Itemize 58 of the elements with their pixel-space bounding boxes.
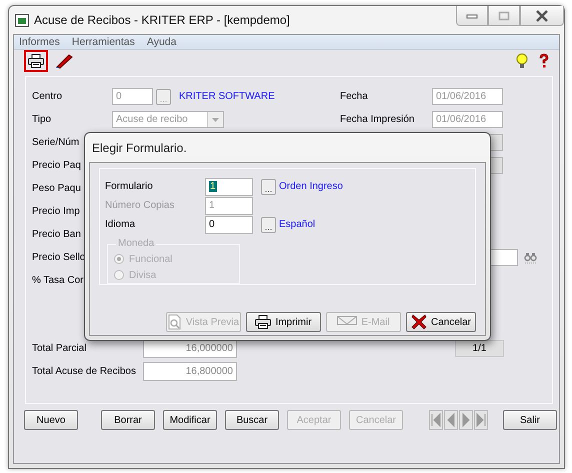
action-button[interactable]: Modificar xyxy=(163,410,217,430)
exit-button[interactable]: Salir xyxy=(503,410,557,430)
field-label: Precio Paq xyxy=(32,160,81,171)
field-label: Fecha xyxy=(340,91,369,102)
cancel-button[interactable]: Cancelar xyxy=(406,312,476,332)
print-button[interactable]: Imprimir xyxy=(246,312,321,332)
magnifier-page-icon xyxy=(168,314,182,330)
app-icon xyxy=(15,14,29,26)
lookup-link[interactable]: Orden Ingreso xyxy=(279,181,343,192)
input-field[interactable]: 16,800000 xyxy=(143,362,237,381)
action-button[interactable]: Borrar xyxy=(101,410,155,430)
maximize-icon xyxy=(498,10,510,20)
field-label: Centro xyxy=(32,91,64,102)
menu-item[interactable]: Informes xyxy=(19,36,60,48)
first-record-button[interactable] xyxy=(429,410,443,430)
group-label: Moneda xyxy=(116,238,156,249)
action-button[interactable]: Nuevo xyxy=(24,410,78,430)
record-counter: 1/1 xyxy=(455,340,504,357)
field-label: Total Acuse de Recibos xyxy=(32,366,137,377)
close-icon xyxy=(536,10,548,22)
field-label: Peso Paqu xyxy=(32,183,81,194)
menu-item[interactable]: Herramientas xyxy=(72,36,135,48)
menu-item[interactable]: Ayuda xyxy=(146,36,176,48)
printer-icon xyxy=(255,315,272,329)
pen-icon[interactable] xyxy=(55,53,73,69)
close-button[interactable] xyxy=(520,6,564,26)
field-label: Tipo xyxy=(32,114,52,125)
last-record-button[interactable] xyxy=(474,410,488,430)
field-label: Precio Imp xyxy=(32,206,80,217)
window-title: Acuse de Recibos - KRITER ERP - [kempdemo] xyxy=(34,13,290,27)
radio-label: Funcional xyxy=(129,254,172,264)
browse-button[interactable]: ... xyxy=(261,216,276,232)
input-field[interactable]: 0 xyxy=(205,216,253,234)
browse-button[interactable]: ... xyxy=(261,178,276,194)
lookup-link[interactable]: Español xyxy=(279,219,316,230)
cross-icon xyxy=(410,314,427,330)
action-button[interactable]: Buscar xyxy=(225,410,279,430)
field-label: Precio Ban xyxy=(32,229,81,240)
field-label: Fecha Impresión xyxy=(340,114,416,125)
radio-label: Divisa xyxy=(129,270,156,280)
field-label: Serie/Núm xyxy=(32,137,80,148)
envelope-icon xyxy=(337,316,358,328)
help-icon[interactable] xyxy=(537,53,551,69)
minimize-button[interactable] xyxy=(456,6,488,26)
field-label: Número Copias xyxy=(105,200,176,211)
minimize-icon xyxy=(466,12,478,18)
dialog-title: Elegir Formulario. xyxy=(91,140,187,156)
next-record-button[interactable] xyxy=(459,410,473,430)
field-label: Total Parcial xyxy=(32,343,88,354)
binoculars-icon[interactable] xyxy=(524,252,538,264)
input-field[interactable]: 1 xyxy=(205,178,253,196)
field-label: % Tasa Cor xyxy=(32,275,84,286)
caret-icon xyxy=(212,118,219,122)
field-label: Formulario xyxy=(105,181,154,192)
printer-icon xyxy=(28,54,44,68)
field-label: Idioma xyxy=(105,219,136,230)
previous-record-button[interactable] xyxy=(444,410,458,430)
lightbulb-icon[interactable] xyxy=(515,53,529,69)
